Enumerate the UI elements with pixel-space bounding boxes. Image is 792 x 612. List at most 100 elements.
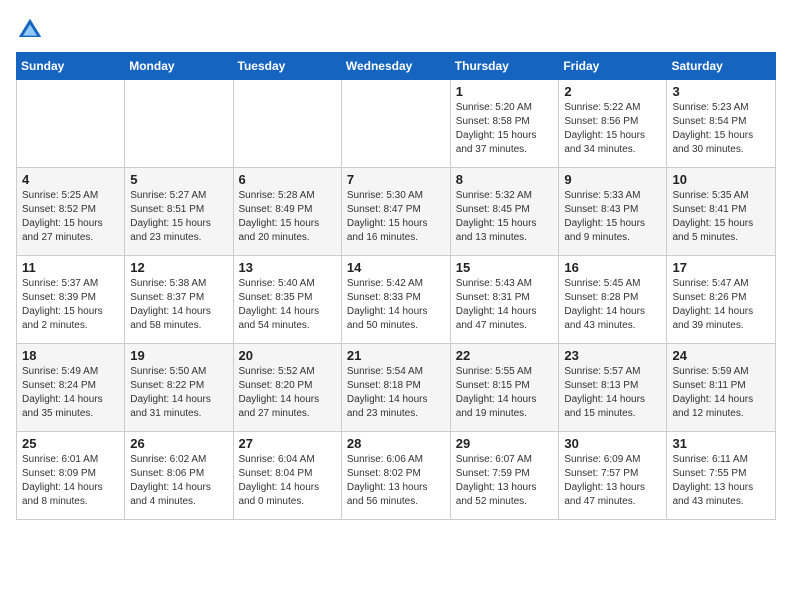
logo-icon [16,16,44,44]
day-info: Sunrise: 5:40 AMSunset: 8:35 PMDaylight:… [239,277,336,333]
calendar-day-cell: 4Sunrise: 5:25 AMSunset: 8:52 PMDaylight… [17,168,125,256]
calendar-day-cell: 28 Sunrise: 6:06 AMSunset: 8:02 PMDayligh… [341,432,450,520]
day-number: 17 [672,260,770,275]
calendar-day-cell [341,80,450,168]
calendar-day-cell: 7Sunrise: 5:30 AMSunset: 8:47 PMDaylight… [341,168,450,256]
calendar-day-cell: 20 Sunrise: 5:52 AMSunset: 8:20 PMDayligh… [233,344,341,432]
weekday-header: Monday [125,53,233,80]
day-number: 21 [347,348,445,363]
day-number: 18 [22,348,119,363]
day-number: 9 [564,172,661,187]
calendar-day-cell [125,80,233,168]
calendar-day-cell: 12 Sunrise: 5:38 AMSunset: 8:37 PMDayligh… [125,256,233,344]
day-info: Sunrise: 6:06 AMSunset: 8:02 PMDaylight:… [347,453,445,509]
weekday-header: Saturday [667,53,776,80]
day-number: 23 [564,348,661,363]
day-number: 31 [672,436,770,451]
calendar-day-cell: 14Sunrise: 5:42 AMSunset: 8:33 PMDayligh… [341,256,450,344]
day-number: 27 [239,436,336,451]
calendar-day-cell: 3 Sunrise: 5:23 AMSunset: 8:54 PMDaylight… [667,80,776,168]
calendar-day-cell: 30 Sunrise: 6:09 AMSunset: 7:57 PMDayligh… [559,432,667,520]
day-number: 15 [456,260,554,275]
day-info: Sunrise: 5:43 AMSunset: 8:31 PMDaylight:… [456,277,554,333]
day-number: 16 [564,260,661,275]
calendar-day-cell: 23 Sunrise: 5:57 AMSunset: 8:13 PMDayligh… [559,344,667,432]
day-info: Sunrise: 5:37 AMSunset: 8:39 PMDaylight:… [22,277,119,333]
calendar-week-row: 4Sunrise: 5:25 AMSunset: 8:52 PMDaylight… [17,168,776,256]
weekday-header: Sunday [17,53,125,80]
calendar-day-cell: 25Sunrise: 6:01 AMSunset: 8:09 PMDayligh… [17,432,125,520]
calendar-week-row: 11 Sunrise: 5:37 AMSunset: 8:39 PMDayligh… [17,256,776,344]
day-number: 13 [239,260,336,275]
calendar-day-cell [233,80,341,168]
day-info: Sunrise: 5:59 AMSunset: 8:11 PMDaylight:… [672,365,770,421]
calendar-day-cell: 27 Sunrise: 6:04 AMSunset: 8:04 PMDayligh… [233,432,341,520]
logo [16,16,48,44]
weekday-header: Friday [559,53,667,80]
calendar-day-cell: 9Sunrise: 5:33 AMSunset: 8:43 PMDaylight… [559,168,667,256]
calendar-day-cell: 5 Sunrise: 5:27 AMSunset: 8:51 PMDaylight… [125,168,233,256]
day-info: Sunrise: 5:32 AMSunset: 8:45 PMDaylight:… [456,189,554,245]
day-number: 28 [347,436,445,451]
day-number: 30 [564,436,661,451]
calendar-week-row: 25Sunrise: 6:01 AMSunset: 8:09 PMDayligh… [17,432,776,520]
day-info: Sunrise: 5:49 AMSunset: 8:24 PMDaylight:… [22,365,119,421]
day-info: Sunrise: 5:55 AMSunset: 8:15 PMDaylight:… [456,365,554,421]
calendar-table: SundayMondayTuesdayWednesdayThursdayFrid… [16,52,776,520]
calendar-day-cell: 29Sunrise: 6:07 AMSunset: 7:59 PMDayligh… [450,432,559,520]
day-info: Sunrise: 5:22 AMSunset: 8:56 PMDaylight:… [564,101,661,157]
calendar-day-cell: 24Sunrise: 5:59 AMSunset: 8:11 PMDayligh… [667,344,776,432]
day-info: Sunrise: 5:23 AMSunset: 8:54 PMDaylight:… [672,101,770,157]
day-info: Sunrise: 5:27 AMSunset: 8:51 PMDaylight:… [130,189,227,245]
calendar-day-cell: 17 Sunrise: 5:47 AMSunset: 8:26 PMDayligh… [667,256,776,344]
day-info: Sunrise: 5:38 AMSunset: 8:37 PMDaylight:… [130,277,227,333]
calendar-day-cell: 8 Sunrise: 5:32 AMSunset: 8:45 PMDaylight… [450,168,559,256]
calendar-week-row: 1Sunrise: 5:20 AMSunset: 8:58 PMDaylight… [17,80,776,168]
day-number: 19 [130,348,227,363]
day-number: 20 [239,348,336,363]
calendar-day-cell [17,80,125,168]
day-number: 3 [672,84,770,99]
day-number: 8 [456,172,554,187]
day-number: 5 [130,172,227,187]
calendar-day-cell: 19 Sunrise: 5:50 AMSunset: 8:22 PMDayligh… [125,344,233,432]
day-number: 12 [130,260,227,275]
day-info: Sunrise: 5:50 AMSunset: 8:22 PMDaylight:… [130,365,227,421]
day-info: Sunrise: 5:30 AMSunset: 8:47 PMDaylight:… [347,189,445,245]
calendar-day-cell: 13 Sunrise: 5:40 AMSunset: 8:35 PMDayligh… [233,256,341,344]
day-info: Sunrise: 5:47 AMSunset: 8:26 PMDaylight:… [672,277,770,333]
day-info: Sunrise: 5:52 AMSunset: 8:20 PMDaylight:… [239,365,336,421]
weekday-header: Tuesday [233,53,341,80]
weekday-header: Wednesday [341,53,450,80]
page-header [16,16,776,44]
calendar-day-cell: 26 Sunrise: 6:02 AMSunset: 8:06 PMDayligh… [125,432,233,520]
calendar-day-cell: 2 Sunrise: 5:22 AMSunset: 8:56 PMDaylight… [559,80,667,168]
calendar-day-cell: 31 Sunrise: 6:11 AMSunset: 7:55 PMDayligh… [667,432,776,520]
calendar-day-cell: 11 Sunrise: 5:37 AMSunset: 8:39 PMDayligh… [17,256,125,344]
day-number: 14 [347,260,445,275]
day-number: 22 [456,348,554,363]
day-info: Sunrise: 5:25 AMSunset: 8:52 PMDaylight:… [22,189,119,245]
day-number: 11 [22,260,119,275]
day-number: 26 [130,436,227,451]
day-info: Sunrise: 6:04 AMSunset: 8:04 PMDaylight:… [239,453,336,509]
calendar-day-cell: 16 Sunrise: 5:45 AMSunset: 8:28 PMDayligh… [559,256,667,344]
day-number: 2 [564,84,661,99]
day-info: Sunrise: 5:57 AMSunset: 8:13 PMDaylight:… [564,365,661,421]
day-info: Sunrise: 6:09 AMSunset: 7:57 PMDaylight:… [564,453,661,509]
calendar-day-cell: 15 Sunrise: 5:43 AMSunset: 8:31 PMDayligh… [450,256,559,344]
day-info: Sunrise: 5:54 AMSunset: 8:18 PMDaylight:… [347,365,445,421]
day-info: Sunrise: 6:11 AMSunset: 7:55 PMDaylight:… [672,453,770,509]
day-info: Sunrise: 5:35 AMSunset: 8:41 PMDaylight:… [672,189,770,245]
weekday-header: Thursday [450,53,559,80]
calendar-day-cell: 10Sunrise: 5:35 AMSunset: 8:41 PMDayligh… [667,168,776,256]
calendar-day-cell: 1Sunrise: 5:20 AMSunset: 8:58 PMDaylight… [450,80,559,168]
day-info: Sunrise: 5:28 AMSunset: 8:49 PMDaylight:… [239,189,336,245]
day-number: 1 [456,84,554,99]
day-number: 29 [456,436,554,451]
day-info: Sunrise: 5:45 AMSunset: 8:28 PMDaylight:… [564,277,661,333]
calendar-day-cell: 18 Sunrise: 5:49 AMSunset: 8:24 PMDayligh… [17,344,125,432]
day-info: Sunrise: 6:01 AMSunset: 8:09 PMDaylight:… [22,453,119,509]
weekday-header-row: SundayMondayTuesdayWednesdayThursdayFrid… [17,53,776,80]
day-info: Sunrise: 6:02 AMSunset: 8:06 PMDaylight:… [130,453,227,509]
